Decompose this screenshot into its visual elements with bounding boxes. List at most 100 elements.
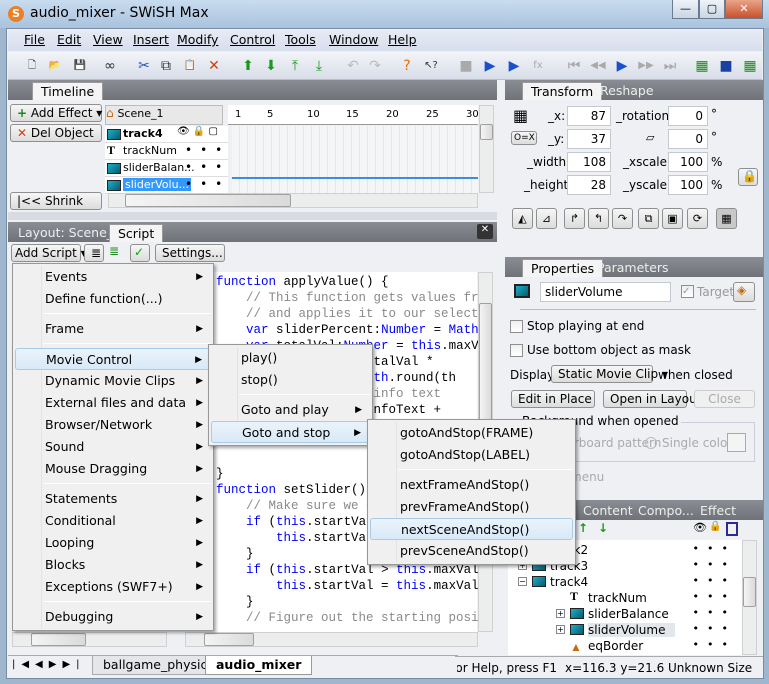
- next-frame-icon[interactable]: ▶▶: [636, 56, 656, 76]
- menu-item[interactable]: External files and data ▶: [15, 392, 211, 414]
- doc-tab-nav[interactable]: |◀◀▶▶|: [12, 659, 86, 670]
- flip-vertical-icon[interactable]: ⊿: [536, 208, 557, 229]
- menu-item[interactable]: Goto and stop ▶: [211, 421, 370, 443]
- anchor-transform-icon[interactable]: ▦: [716, 208, 737, 229]
- layer-flags[interactable]: •••: [693, 606, 736, 619]
- menu-item[interactable]: play(): [211, 347, 370, 369]
- menu-item[interactable]: gotoAndStop(LABEL): [370, 444, 573, 466]
- expand-icon[interactable]: +: [556, 609, 565, 618]
- play-icon[interactable]: ▶: [480, 56, 500, 76]
- tab-reshape[interactable]: Reshape: [592, 82, 662, 100]
- cut-icon[interactable]: ✂: [134, 56, 154, 76]
- insert-button-icon[interactable]: ■: [716, 56, 736, 76]
- lock-scale-icon[interactable]: 🔒: [738, 168, 758, 186]
- minimize-button[interactable]: —: [672, 0, 699, 19]
- menu-item[interactable]: Mouse Dragging ▶: [15, 458, 211, 480]
- close-button-props[interactable]: Close: [694, 390, 755, 408]
- move-up-icon[interactable]: ⬆: [238, 56, 258, 76]
- menu-item[interactable]: Sound ▶: [15, 436, 211, 458]
- redo-icon[interactable]: ↷: [365, 56, 385, 76]
- splitter[interactable]: [8, 212, 497, 220]
- move-bottom-icon[interactable]: ⤓: [309, 56, 329, 76]
- menu-item[interactable]: gotoAndStop(FRAME): [370, 422, 573, 444]
- play-marker-icon[interactable]: ▶: [612, 56, 632, 76]
- play-frame-icon[interactable]: ▶: [504, 56, 524, 76]
- tree-item[interactable]: ▲ eqBorder •••: [556, 638, 742, 654]
- layer-flags[interactable]: •••: [693, 558, 736, 571]
- menu-file[interactable]: File: [24, 32, 45, 47]
- move-up-icon[interactable]: ↑: [578, 521, 588, 535]
- menu-item[interactable]: Looping ▶: [15, 532, 211, 554]
- undo-icon[interactable]: ↶: [343, 56, 363, 76]
- tree-item[interactable]: − track4 •••: [518, 574, 742, 590]
- stop-playing-checkbox[interactable]: [510, 320, 523, 333]
- tab-parameters[interactable]: Parameters: [589, 259, 677, 277]
- target-checkbox[interactable]: ✓: [681, 285, 694, 298]
- layer-flags[interactable]: •••: [185, 143, 230, 157]
- outline-vscroll[interactable]: [742, 540, 757, 655]
- timeline-hscroll[interactable]: [108, 193, 478, 208]
- width-field[interactable]: 108: [567, 152, 611, 172]
- doc-tab[interactable]: audio_mixer: [205, 656, 313, 675]
- menu-item[interactable]: Movie Control ▶: [15, 348, 211, 370]
- menu-item[interactable]: Dynamic Movie Clips ▶: [15, 370, 211, 392]
- scene-row[interactable]: ⌂ Scene_1: [105, 105, 223, 125]
- help-icon[interactable]: ?: [397, 56, 417, 76]
- menu-item[interactable]: Define function(...): [15, 288, 211, 310]
- panel-close-icon[interactable]: ✕: [477, 224, 493, 239]
- rotate-left-icon[interactable]: ↰: [588, 208, 609, 229]
- move-down-icon[interactable]: ⬇: [261, 56, 281, 76]
- menu-view[interactable]: View: [93, 32, 123, 47]
- visibility-icon[interactable]: 👁 🔒 ▢: [177, 126, 218, 137]
- single-color-radio[interactable]: [645, 437, 657, 449]
- tree-item[interactable]: + sliderVolume •••: [556, 622, 742, 638]
- visibility-icon[interactable]: 👁: [693, 521, 707, 534]
- maximize-button[interactable]: ▢: [699, 0, 725, 19]
- color-swatch[interactable]: [727, 433, 746, 452]
- edit-in-place-button[interactable]: Edit in Place: [511, 390, 595, 408]
- layer-flags[interactable]: •••: [185, 160, 230, 174]
- prev-frame-icon[interactable]: ◀◀: [588, 56, 608, 76]
- insert-scene-icon[interactable]: ▦: [692, 56, 712, 76]
- insert-sprite-icon[interactable]: ▦: [740, 56, 760, 76]
- timeline-vscroll[interactable]: [479, 105, 494, 193]
- menu-help[interactable]: Help: [388, 32, 417, 47]
- use-mask-checkbox[interactable]: [510, 344, 523, 357]
- timeline-row[interactable]: track4 👁 🔒 ▢: [105, 126, 228, 143]
- menu-modify[interactable]: Modify: [177, 32, 218, 47]
- menu-item[interactable]: Debugging ▶: [15, 606, 211, 628]
- tree-item[interactable]: T trackNum •••: [556, 589, 742, 606]
- tree-item[interactable]: + sliderBalance •••: [556, 606, 742, 622]
- first-frame-icon[interactable]: ⏮: [564, 56, 584, 76]
- last-frame-icon[interactable]: ⏭: [660, 56, 680, 76]
- copy-icon[interactable]: ⧉: [156, 56, 176, 76]
- menu-item[interactable]: nextFrameAndStop(): [370, 474, 573, 496]
- timeline-row[interactable]: T trackNum •••: [105, 143, 228, 160]
- new-icon[interactable]: 🗋: [22, 56, 42, 76]
- move-top-icon[interactable]: ⤒: [285, 56, 305, 76]
- xscale-field[interactable]: 100: [668, 152, 708, 172]
- yscale-field[interactable]: 100: [668, 175, 708, 195]
- preview-icon[interactable]: ∞: [100, 56, 120, 76]
- tab-effect[interactable]: Effect: [692, 502, 744, 520]
- timeline-row[interactable]: sliderVolu... •••: [105, 177, 228, 194]
- menu-insert[interactable]: Insert: [133, 32, 169, 47]
- tab-transform[interactable]: Transform: [522, 82, 603, 100]
- menu-item[interactable]: Conditional ▶: [15, 510, 211, 532]
- layer-flags[interactable]: •••: [693, 638, 736, 651]
- close-button[interactable]: ✕: [725, 0, 763, 19]
- copy-transform-icon[interactable]: ⧉: [638, 208, 659, 229]
- delete-icon[interactable]: ✕: [204, 56, 224, 76]
- menu-edit[interactable]: Edit: [57, 32, 81, 47]
- lock-icon[interactable]: 🔒: [709, 521, 721, 532]
- paste-icon[interactable]: 📋: [180, 56, 200, 76]
- object-name-field[interactable]: sliderVolume: [540, 282, 671, 302]
- open-icon[interactable]: 📂: [45, 56, 65, 76]
- anchor-grid-icon[interactable]: ▦: [513, 106, 528, 125]
- check-syntax-icon[interactable]: ✓: [130, 244, 150, 262]
- expand-icon[interactable]: +: [556, 625, 565, 634]
- x-field[interactable]: 87: [567, 106, 611, 126]
- timeline-row[interactable]: sliderBalan... •••: [105, 160, 228, 177]
- script-outline-icon[interactable]: ≣: [84, 244, 104, 262]
- menu-window[interactable]: Window: [329, 32, 378, 47]
